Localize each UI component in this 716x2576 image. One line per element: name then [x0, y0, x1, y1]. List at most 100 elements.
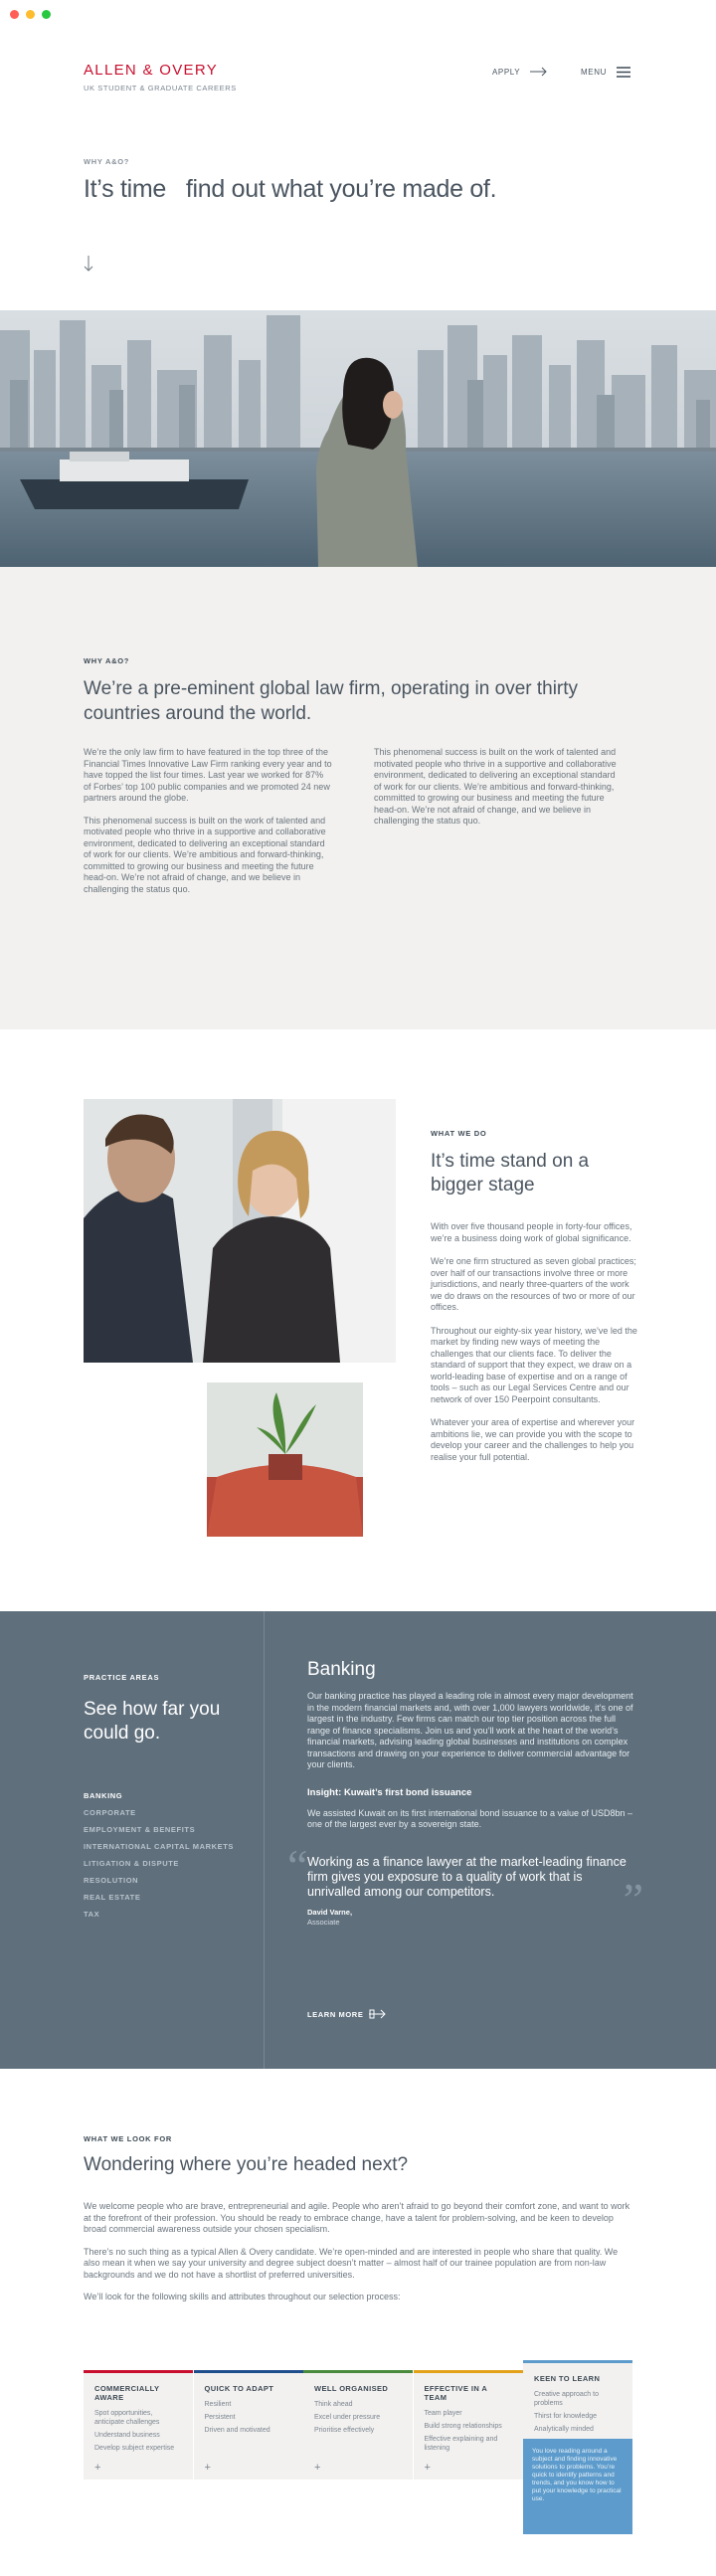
look-for-paragraph: We welcome people who are brave, entrepr… — [84, 2201, 630, 2234]
card-title: EFFECTIVE IN A TEAM — [424, 2384, 487, 2402]
site-header: ALLEN & OVERY UK STUDENT & GRADUATE CARE… — [0, 30, 716, 139]
card-item: Spot opportunities, anticipate challenge… — [94, 2410, 160, 2426]
what-we-do-paragraph: We’re one firm structured as seven globa… — [431, 1256, 636, 1312]
learn-more-label: LEARN MORE — [307, 2009, 364, 2019]
close-dot[interactable] — [10, 10, 19, 19]
office-plant-photo — [207, 1382, 363, 1537]
why-column-left: We’re the only law firm to have featured… — [84, 747, 332, 895]
why-column-right: This phenomenal success is built on the … — [374, 747, 623, 828]
card-title: KEEN TO LEARN — [534, 2374, 601, 2383]
practice-areas-section: PRACTICE AREAS See how far you could go.… — [0, 1611, 716, 2069]
quote-close-icon: ” — [623, 1873, 643, 1925]
practice-area-item[interactable]: BANKING — [84, 1787, 253, 1804]
scroll-down-icon[interactable] — [84, 256, 93, 276]
practice-area-item[interactable]: LITIGATION & DISPUTE — [84, 1855, 253, 1872]
why-eyebrow: WHY A&O? — [84, 656, 130, 665]
attribute-card[interactable]: WELL ORGANISED Think ahead Excel under pre… — [303, 2370, 413, 2480]
logo[interactable]: ALLEN & OVERY UK STUDENT & GRADUATE CARE… — [84, 62, 237, 92]
what-we-do-text: WHAT WE DO It’s time stand on a bigger s… — [431, 1129, 637, 1463]
practice-area-item[interactable]: REAL ESTATE — [84, 1889, 253, 1906]
plus-icon[interactable]: + — [425, 2462, 431, 2474]
quote-text: Working as a finance lawyer at the marke… — [307, 1854, 626, 1899]
card-item: Build strong relationships — [424, 2423, 502, 2430]
minimize-dot[interactable] — [26, 10, 35, 19]
browser-chrome — [0, 0, 716, 30]
why-paragraph: This phenomenal success is built on the … — [374, 747, 617, 826]
card-item: Creative approach to problems — [534, 2391, 599, 2407]
card-item: Understand business — [94, 2432, 160, 2439]
plus-icon[interactable]: + — [314, 2462, 320, 2474]
attribute-card[interactable]: COMMERCIALLY AWARE Spot opportunities, an… — [84, 2370, 193, 2480]
arrow-right-icon — [530, 67, 547, 77]
why-heading: We’re a pre-eminent global law firm, ope… — [84, 678, 579, 724]
learn-more-link[interactable]: LEARN MORE — [307, 2009, 387, 2019]
card-items: Spot opportunities, anticipate challenge… — [94, 2409, 182, 2453]
practice-title: Banking — [307, 1659, 376, 1680]
practice-area-item[interactable]: EMPLOYMENT & BENEFITS — [84, 1821, 253, 1838]
card-item: Analytically minded — [534, 2426, 594, 2433]
what-we-do-section: WHAT WE DO It’s time stand on a bigger s… — [0, 1029, 716, 1611]
practice-body: Our banking practice has played a leadin… — [307, 1691, 633, 1769]
hero-eyebrow-text: WHY A&O? — [84, 157, 130, 166]
what-we-do-paragraph: Throughout our eighty-six year history, … — [431, 1325, 637, 1404]
card-items: Think ahead Excel under pressure Prioritis… — [314, 2400, 402, 2435]
card-title: QUICK TO ADAPT — [204, 2384, 274, 2393]
plus-icon[interactable]: + — [94, 2462, 100, 2474]
card-item: Resilient — [204, 2401, 232, 2408]
attribute-card[interactable]: EFFECTIVE IN A TEAM Team player Build stro… — [413, 2370, 523, 2480]
hero-eyebrow: WHY A&O? — [84, 157, 129, 166]
insight-title: Insight: Kuwait’s first bond issuance — [307, 1786, 472, 1798]
look-for-paragraph: We’ll look for the following skills and … — [84, 2292, 401, 2301]
why-section: WHY A&O? We’re a pre-eminent global law … — [0, 567, 716, 1029]
practice-area-item[interactable]: INTERNATIONAL CAPITAL MARKETS — [84, 1838, 253, 1855]
maximize-dot[interactable] — [42, 10, 51, 19]
card-item: Persistent — [204, 2414, 236, 2421]
keen-to-learn-detail: You love reading around a subject and fi… — [523, 2439, 632, 2534]
practice-area-item[interactable]: TAX — [84, 1906, 253, 1923]
card-items: Team player Build strong relationships Eff… — [425, 2409, 512, 2453]
testimonial: “ ” Working as a finance lawyer at the m… — [287, 1840, 643, 1927]
card-accent-bar — [84, 2370, 193, 2373]
look-for-eyebrow: WHAT WE LOOK FOR — [84, 2134, 172, 2143]
colleagues-photo — [84, 1099, 396, 1363]
card-item: Develop subject expertise — [94, 2445, 175, 2452]
card-items: Creative approach to problems Thirst for … — [534, 2390, 622, 2434]
card-item: Excel under pressure — [314, 2414, 381, 2421]
card-item: Driven and motivated — [204, 2427, 270, 2434]
logo-wordmark: ALLEN & OVERY — [84, 62, 219, 79]
plus-icon[interactable]: + — [205, 2462, 211, 2474]
practice-areas-eyebrow: PRACTICE AREAS — [84, 1673, 160, 1682]
card-title: WELL ORGANISED — [314, 2384, 389, 2393]
card-accent-bar — [303, 2370, 413, 2373]
arrow-right-icon — [369, 2009, 387, 2019]
card-accent-bar — [523, 2360, 632, 2363]
harbour-photo — [0, 310, 716, 567]
card-item: Think ahead — [314, 2401, 353, 2408]
hamburger-icon — [616, 67, 630, 78]
what-we-do-paragraph: Whatever your area of expertise and wher… — [431, 1417, 635, 1462]
why-paragraph: We’re the only law firm to have featured… — [84, 747, 332, 803]
divider — [264, 1611, 265, 2069]
card-item: Effective explaining and listening — [424, 2436, 498, 2452]
card-title: COMMERCIALLY AWARE — [94, 2384, 160, 2402]
practice-detail: Banking Our banking practice has played … — [287, 1659, 643, 1927]
hero-image — [0, 310, 716, 567]
keen-to-learn-text: You love reading around a subject and fi… — [532, 2448, 622, 2502]
look-for-heading: Wondering where you’re headed next? — [84, 2154, 409, 2175]
practice-area-item[interactable]: CORPORATE — [84, 1804, 253, 1821]
card-accent-bar — [193, 2370, 303, 2373]
attribute-card[interactable]: QUICK TO ADAPT Resilient Persistent Driven … — [193, 2370, 303, 2480]
apply-button[interactable]: APPLY — [492, 67, 548, 77]
look-for-paragraph: There’s no such thing as a typical Allen… — [84, 2246, 619, 2280]
apply-label: APPLY — [492, 67, 521, 77]
quote-role: Associate — [307, 1917, 340, 1927]
menu-label: MENU — [581, 68, 607, 77]
quote-author: David Varne, — [307, 1907, 353, 1917]
why-paragraph: This phenomenal success is built on the … — [84, 815, 326, 894]
menu-button[interactable]: MENU — [581, 67, 630, 78]
what-we-do-paragraph: With over five thousand people in forty-… — [431, 1221, 632, 1243]
practice-areas-nav: PRACTICE AREAS See how far you could go.… — [84, 1673, 253, 1923]
what-we-do-heading: It’s time stand on a bigger stage — [431, 1151, 590, 1196]
card-item: Team player — [424, 2410, 462, 2417]
practice-area-item[interactable]: RESOLUTION — [84, 1872, 253, 1889]
